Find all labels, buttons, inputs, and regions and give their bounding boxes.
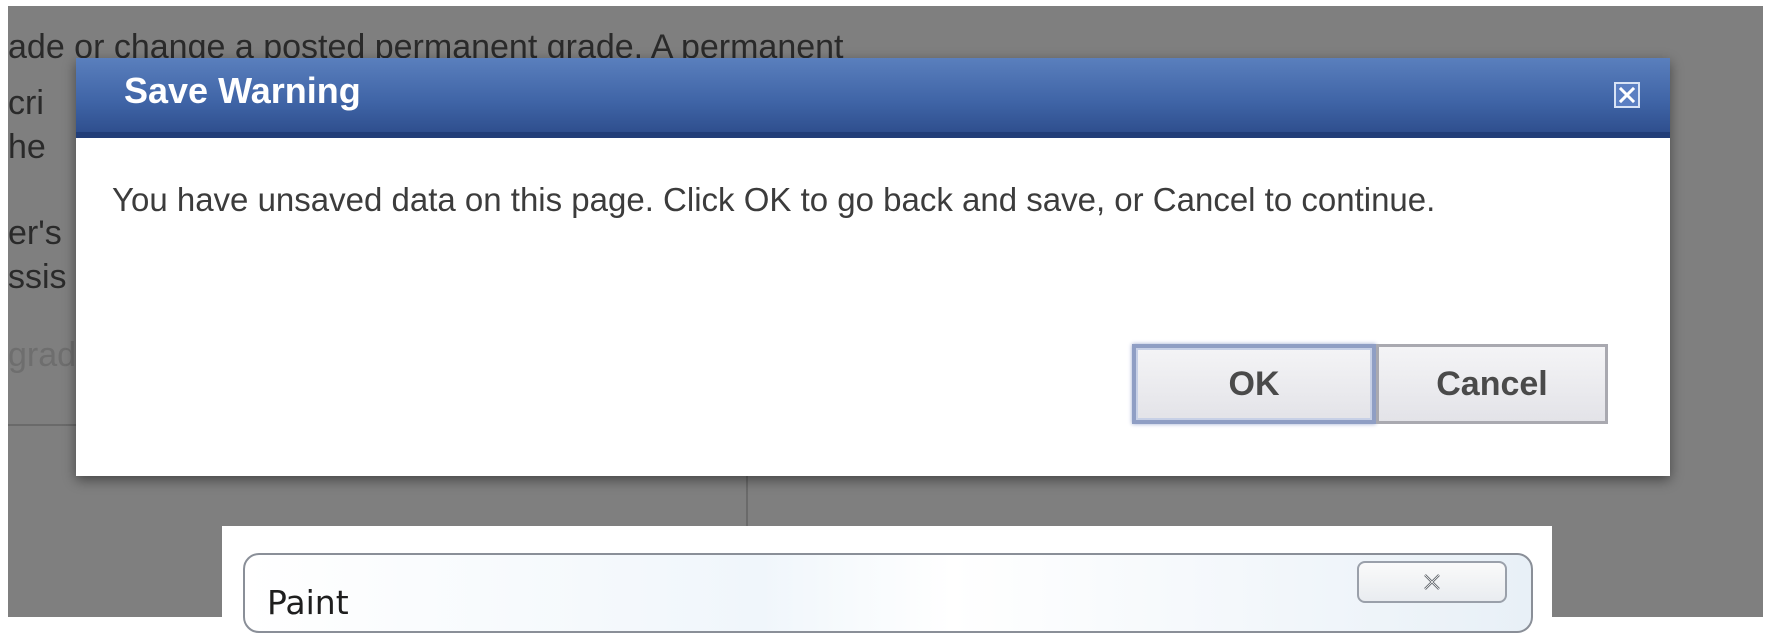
save-warning-dialog: Save Warning You have unsaved data on th… bbox=[76, 58, 1670, 476]
paint-window: Paint bbox=[243, 553, 1533, 633]
background-text-line: he bbox=[8, 128, 46, 166]
paint-close-button[interactable] bbox=[1357, 561, 1507, 603]
dialog-titlebar[interactable]: Save Warning bbox=[76, 58, 1670, 138]
ok-button[interactable]: OK bbox=[1132, 344, 1376, 424]
background-text-line: er's bbox=[8, 214, 62, 252]
close-icon bbox=[1619, 87, 1635, 103]
background-text-line: ssis bbox=[8, 258, 67, 296]
paint-window-title: Paint bbox=[267, 583, 349, 622]
close-icon bbox=[1424, 574, 1440, 590]
background-text-line: cri bbox=[8, 84, 44, 122]
close-button[interactable] bbox=[1614, 82, 1640, 108]
background-text-line: grad bbox=[8, 336, 77, 374]
cancel-button[interactable]: Cancel bbox=[1376, 344, 1608, 424]
dialog-title: Save Warning bbox=[124, 70, 361, 111]
dialog-message: You have unsaved data on this page. Clic… bbox=[112, 181, 1436, 218]
